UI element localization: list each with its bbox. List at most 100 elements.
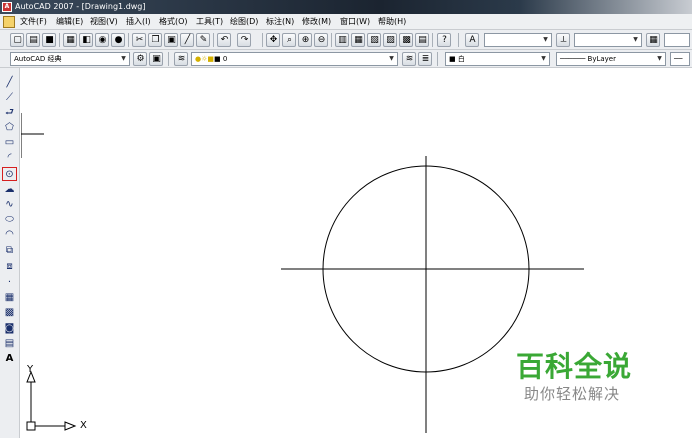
menu-dimension[interactable]: 标注(N) [266,16,294,27]
menu-bar: 文件(F) 编辑(E) 视图(V) 插入(I) 格式(O) 工具(T) 绘图(D… [0,14,692,30]
table-style-icon: ▦ [649,35,658,45]
cut-button[interactable]: ✂ [132,33,146,47]
ellipse-tool-button[interactable]: ⬭ [2,213,17,227]
pan-hand-icon: ✥ [269,35,278,45]
lineweight-combo[interactable]: ── [670,52,690,66]
pan-button[interactable]: ✥ [266,33,280,47]
rectangle-icon: ▭ [4,137,15,148]
zoom-realtime-button[interactable]: ⌕ [282,33,296,47]
pencil-icon: ✎ [199,35,208,45]
toolbar-separator [213,33,214,47]
menu-edit[interactable]: 编辑(E) [56,16,83,27]
calculator-icon: ▤ [418,35,427,45]
linetype-combo[interactable]: ────── ByLayer ▼ [556,52,666,66]
new-file-icon: ▢ [13,35,22,45]
design-center-button[interactable]: ▦ [351,33,365,47]
chevron-down-icon: ▼ [541,55,546,62]
autocad-app-icon[interactable]: A [2,2,12,12]
multiline-text-tool-button[interactable]: A [2,352,17,366]
match-properties-button[interactable]: ╱ [180,33,194,47]
layer-previous-button[interactable]: ≣ [418,52,432,66]
construction-line-tool-button[interactable]: ⟋ [2,91,17,105]
menu-file[interactable]: 文件(F) [20,16,47,27]
chevron-down-icon: ▼ [657,55,662,62]
dimension-style-button[interactable]: ⟂ [556,33,570,47]
polyline-tool-button[interactable]: ⮐ [2,106,17,120]
text-style-combo[interactable]: ▼ [484,33,552,47]
menu-help[interactable]: 帮助(H) [378,16,406,27]
watermark-subtitle: 助你轻松解决 [524,385,621,403]
zoom-window-button[interactable]: ⊕ [298,33,312,47]
open-button[interactable]: ▤ [26,33,40,47]
make-object-layer-current-button[interactable]: ≋ [402,52,416,66]
hatch-tool-button[interactable]: ▦ [2,291,17,305]
insert-block-tool-button[interactable]: ⧉ [2,244,17,258]
linetype-value: ByLayer [587,55,616,63]
qnew-button[interactable]: ▢ [10,33,24,47]
etransmit-button[interactable]: ● [111,33,125,47]
layer-combo[interactable]: ●☼■■ 0 ▼ [191,52,398,66]
properties-icon: ▥ [338,35,347,45]
sheet-set-icon: ▨ [386,35,395,45]
table-style-button[interactable]: ▦ [646,33,660,47]
ucs-y-label: Y [27,364,34,375]
menu-window[interactable]: 窗口(W) [340,16,370,27]
menu-format[interactable]: 格式(O) [159,16,188,27]
toolbar-separator [128,33,129,47]
region-tool-button[interactable]: ◙ [2,322,17,336]
menu-view[interactable]: 视图(V) [90,16,118,27]
document-icon[interactable] [3,16,15,28]
publish-button[interactable]: ◉ [95,33,109,47]
line-icon: ╱ [6,77,13,88]
layer-manager-button[interactable]: ≋ [174,52,188,66]
redo-button[interactable]: ↷ [237,33,251,47]
plot-preview-button[interactable]: ◧ [79,33,93,47]
line-tool-button[interactable]: ╱ [2,76,17,90]
layer-current-icon: ≋ [405,54,414,64]
tool-palettes-button[interactable]: ▧ [367,33,381,47]
menu-insert[interactable]: 插入(I) [126,16,151,27]
rectangle-tool-button[interactable]: ▭ [2,136,17,150]
region-icon: ◙ [4,323,15,334]
my-workspace-button[interactable]: ▣ [149,52,163,66]
menu-tools[interactable]: 工具(T) [196,16,223,27]
save-button[interactable]: ■ [42,33,56,47]
menu-draw[interactable]: 绘图(D) [230,16,258,27]
help-button[interactable]: ? [437,33,451,47]
arc-tool-button[interactable]: ◜ [2,151,17,165]
calculator-button[interactable]: ▤ [415,33,429,47]
color-combo[interactable]: ■ 白 ▼ [445,52,550,66]
undo-button[interactable]: ↶ [217,33,231,47]
revision-cloud-tool-button[interactable]: ☁ [2,183,17,197]
workspace-settings-button[interactable]: ⚙ [133,52,147,66]
make-block-tool-button[interactable]: ⧈ [2,260,17,274]
block-editor-button[interactable]: ✎ [196,33,210,47]
ellipse-arc-tool-button[interactable]: ◠ [2,228,17,242]
zoom-previous-button[interactable]: ⊖ [314,33,328,47]
table-style-combo[interactable] [664,33,690,47]
menu-modify[interactable]: 修改(M) [302,16,331,27]
circle-tool-button[interactable]: ⊙ [2,167,17,181]
spline-tool-button[interactable]: ∿ [2,198,17,212]
dimension-style-combo[interactable]: ▼ [574,33,642,47]
paste-button[interactable]: ▣ [164,33,178,47]
watermark-title: 百科全说 [516,350,633,383]
lineweight-sample: ── [674,55,683,63]
make-block-icon: ⧈ [6,261,13,272]
markup-button[interactable]: ▩ [399,33,413,47]
table-tool-button[interactable]: ▤ [2,337,17,351]
copy-button[interactable]: ❐ [148,33,162,47]
sheet-set-button[interactable]: ▨ [383,33,397,47]
gradient-tool-button[interactable]: ▩ [2,306,17,320]
toolbar-separator [59,33,60,47]
point-tool-button[interactable]: · [2,276,17,290]
workspace-combo[interactable]: AutoCAD 经典 ▼ [10,52,130,66]
properties-button[interactable]: ▥ [335,33,349,47]
spline-icon: ∿ [5,199,14,210]
markup-icon: ▩ [402,35,411,45]
text-style-button[interactable]: A [465,33,479,47]
hatch-icon: ▦ [4,292,15,303]
toolbar-separator [437,52,438,66]
plot-button[interactable]: ▦ [63,33,77,47]
polygon-tool-button[interactable]: ⬠ [2,121,17,135]
